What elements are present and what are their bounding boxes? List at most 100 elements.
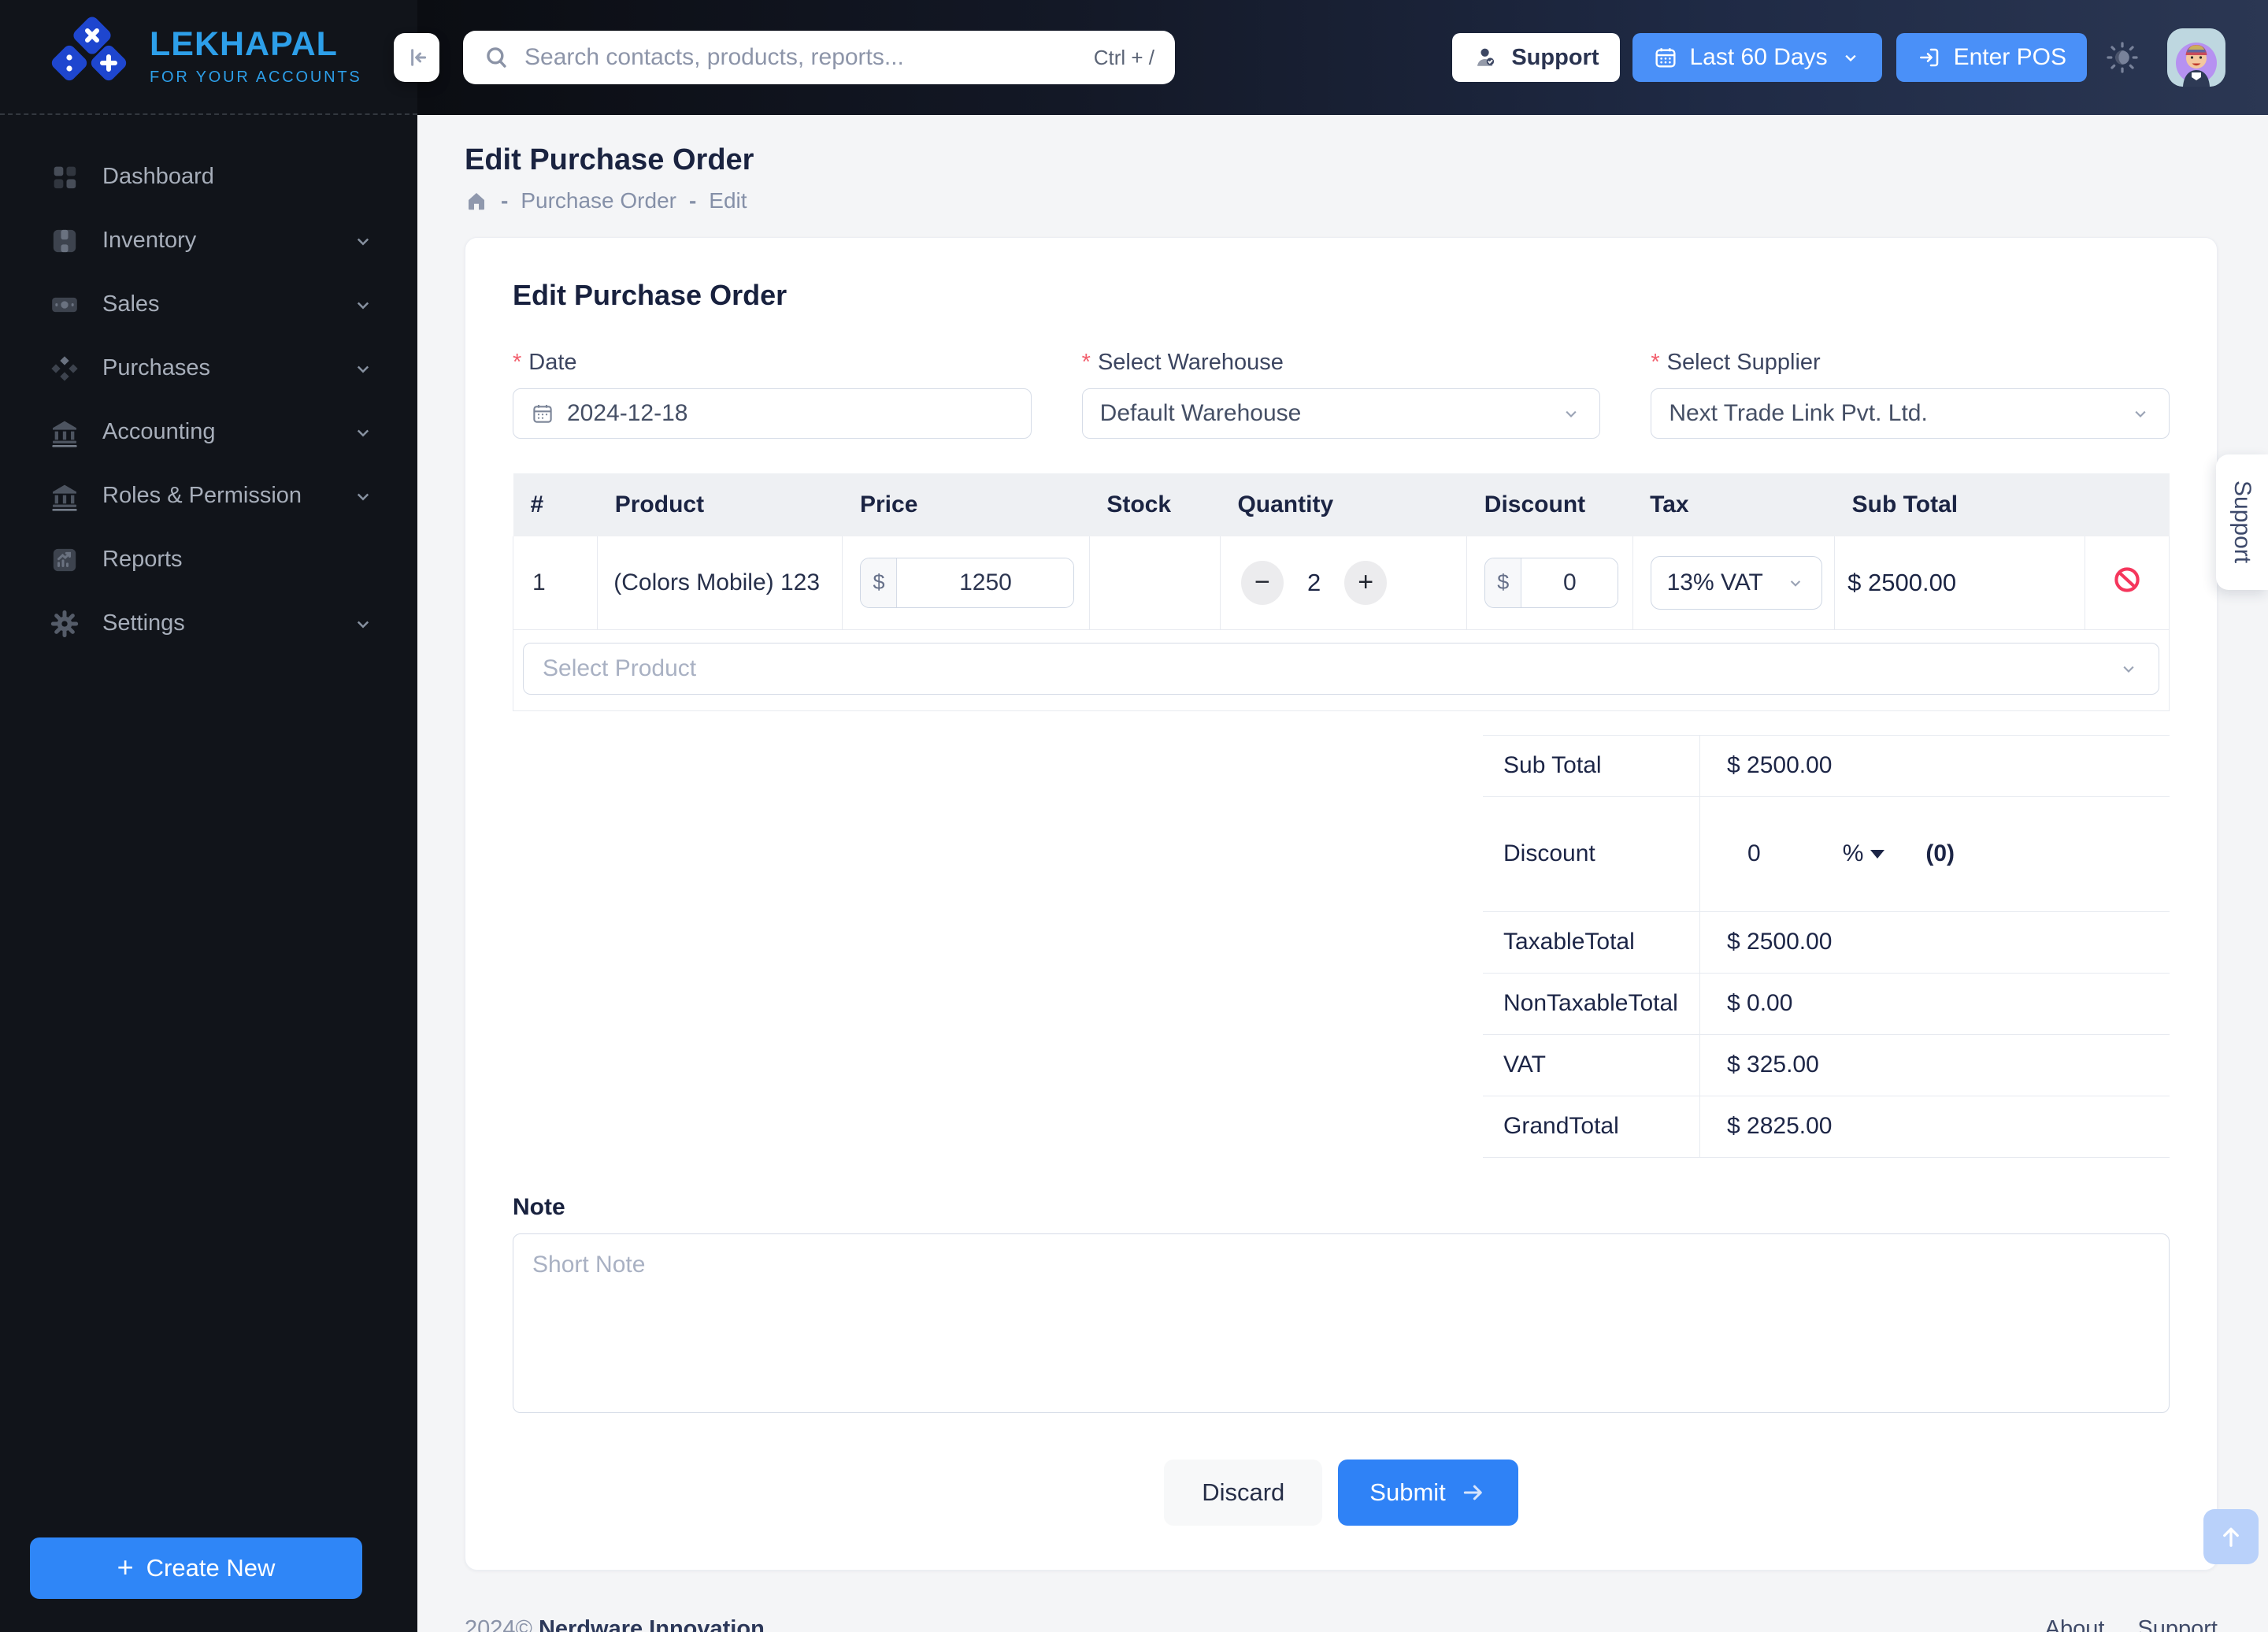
col-subtotal: Sub Total (1834, 473, 2085, 536)
scroll-to-top-button[interactable] (2203, 1509, 2259, 1564)
arrow-up-icon (2217, 1523, 2245, 1551)
note-textarea[interactable] (513, 1233, 2170, 1413)
card-title: Edit Purchase Order (513, 279, 788, 311)
sidebar-item-inventory[interactable]: Inventory (0, 209, 417, 273)
currency-prefix: $ (861, 558, 898, 607)
subtotal-value: $ 2500.00 (1727, 752, 1833, 778)
sidebar-item-label: Purchases (102, 355, 211, 380)
accounting-icon (49, 417, 80, 448)
date-value[interactable] (567, 400, 1014, 427)
nontaxable-total-label: NonTaxableTotal (1483, 973, 1700, 1034)
settings-gear-icon (49, 608, 80, 640)
taxable-total-row: TaxableTotal $ 2500.00 (1483, 911, 2170, 974)
footer-company: Nerdware Innovation (538, 1615, 765, 1632)
discard-button[interactable]: Discard (1164, 1459, 1323, 1526)
sidebar-item-roles-permission[interactable]: Roles & Permission (0, 464, 417, 528)
warehouse-field-group: * Select Warehouse Default Warehouse (1081, 350, 1601, 439)
date-input[interactable] (513, 388, 1032, 439)
chevron-down-icon (1785, 573, 1806, 593)
price-value[interactable] (897, 558, 1074, 607)
product-select-placeholder: Select Product (543, 655, 697, 681)
app-logo[interactable]: LEKHAPAL FOR YOUR ACCOUNTS (0, 0, 417, 115)
row-subtotal: $ 2500.00 (1834, 536, 2085, 630)
subtotal-row: Sub Total $ 2500.00 (1483, 735, 2170, 797)
breadcrumb-section[interactable]: Purchase Order (521, 188, 676, 213)
taxable-total-value: $ 2500.00 (1727, 929, 1833, 955)
sidebar-item-accounting[interactable]: Accounting (0, 400, 417, 464)
col-actions (2085, 473, 2170, 536)
caret-down-icon (1870, 849, 1885, 859)
col-stock: Stock (1089, 473, 1221, 536)
breadcrumb-separator: - (501, 188, 509, 213)
subtotal-label: Sub Total (1483, 735, 1700, 796)
price-input: $ (860, 557, 1075, 608)
chevron-down-icon (2118, 658, 2140, 680)
sidebar-item-purchases[interactable]: Purchases (0, 336, 417, 400)
discount-amount-input[interactable]: 0 (1747, 840, 1761, 867)
edit-purchase-order-card: Edit Purchase Order *Date *Select Wareho… (465, 237, 2218, 1571)
supplier-label: * Select Supplier (1651, 350, 1821, 375)
sidebar-item-reports[interactable]: Reports (0, 528, 417, 592)
sidebar: LEKHAPAL FOR YOUR ACCOUNTS Dashboard Inv… (0, 0, 417, 1632)
required-mark: * (1081, 350, 1091, 375)
warehouse-value: Default Warehouse (1099, 400, 1302, 426)
sidebar-collapse-button[interactable] (394, 33, 439, 82)
chevron-down-icon (2129, 402, 2151, 425)
enter-pos-button[interactable]: Enter POS (1896, 33, 2087, 82)
discount-label: Discount (1483, 796, 1700, 911)
global-search: Ctrl + / (463, 31, 1175, 84)
discount-value[interactable] (1521, 558, 1618, 607)
supplier-select[interactable]: Next Trade Link Pvt. Ltd. (1651, 388, 2170, 439)
enter-pos-icon (1917, 45, 1942, 70)
submit-button[interactable]: Submit (1338, 1459, 1518, 1526)
calendar-icon (531, 402, 554, 425)
warehouse-select[interactable]: Default Warehouse (1081, 388, 1601, 439)
support-side-tab[interactable]: Support (2216, 454, 2268, 590)
dashboard-icon (49, 161, 80, 193)
sidebar-item-dashboard[interactable]: Dashboard (0, 145, 417, 209)
search-shortcut: Ctrl + / (1093, 45, 1154, 69)
search-icon (484, 44, 510, 71)
currency-prefix: $ (1485, 558, 1522, 607)
search-input[interactable] (524, 44, 1080, 71)
sidebar-item-sales[interactable]: Sales (0, 273, 417, 336)
footer-link-about[interactable]: About (2045, 1616, 2105, 1632)
sidebar-item-label: Settings (102, 610, 185, 636)
sales-icon (49, 289, 80, 321)
user-avatar[interactable] (2167, 28, 2225, 87)
nontaxable-total-value: $ 0.00 (1727, 990, 1793, 1016)
footer: 2024© Nerdware Innovation About Support (465, 1616, 2218, 1632)
sidebar-item-settings[interactable]: Settings (0, 592, 417, 655)
chevron-down-icon (351, 229, 375, 253)
remove-row-icon[interactable] (2112, 565, 2142, 595)
order-items-table: # Product Price Stock Quantity Discount … (512, 473, 2170, 711)
form-actions: Discard Submit (513, 1459, 2170, 1526)
chevron-down-icon (351, 293, 375, 317)
col-discount: Discount (1466, 473, 1633, 536)
footer-link-support[interactable]: Support (2137, 1616, 2218, 1632)
date-field-group: * Date (513, 350, 1032, 439)
quantity-increment-button[interactable]: + (1344, 560, 1388, 605)
sidebar-item-label: Accounting (102, 419, 216, 444)
support-button[interactable]: Support (1452, 33, 1620, 82)
vat-label: VAT (1483, 1034, 1700, 1096)
breadcrumb-current: Edit (709, 188, 747, 213)
grand-total-value: $ 2825.00 (1727, 1113, 1833, 1139)
support-button-label: Support (1511, 44, 1599, 70)
nontaxable-total-row: NonTaxableTotal $ 0.00 (1483, 973, 2170, 1035)
topbar-actions: Support Last 60 Days Enter POS (1452, 28, 2225, 87)
chevron-down-icon (351, 421, 375, 444)
date-range-button[interactable]: Last 60 Days (1632, 33, 1882, 82)
product-select[interactable]: Select Product (523, 642, 2159, 695)
sidebar-item-label: Sales (102, 291, 160, 317)
theme-toggle-icon[interactable] (2104, 39, 2140, 76)
home-icon[interactable] (465, 189, 488, 213)
supplier-field-group: * Select Supplier Next Trade Link Pvt. Lt… (1651, 350, 2170, 439)
create-new-button[interactable]: + Create New (30, 1537, 362, 1599)
chevron-down-icon (351, 357, 375, 380)
tax-select[interactable]: 13% VAT (1650, 555, 1822, 610)
discount-unit-dropdown[interactable]: % (1843, 840, 1885, 867)
sidebar-item-label: Inventory (102, 228, 197, 253)
quantity-decrement-button[interactable]: − (1240, 560, 1284, 605)
quantity-stepper: − 2 + (1221, 560, 1466, 605)
